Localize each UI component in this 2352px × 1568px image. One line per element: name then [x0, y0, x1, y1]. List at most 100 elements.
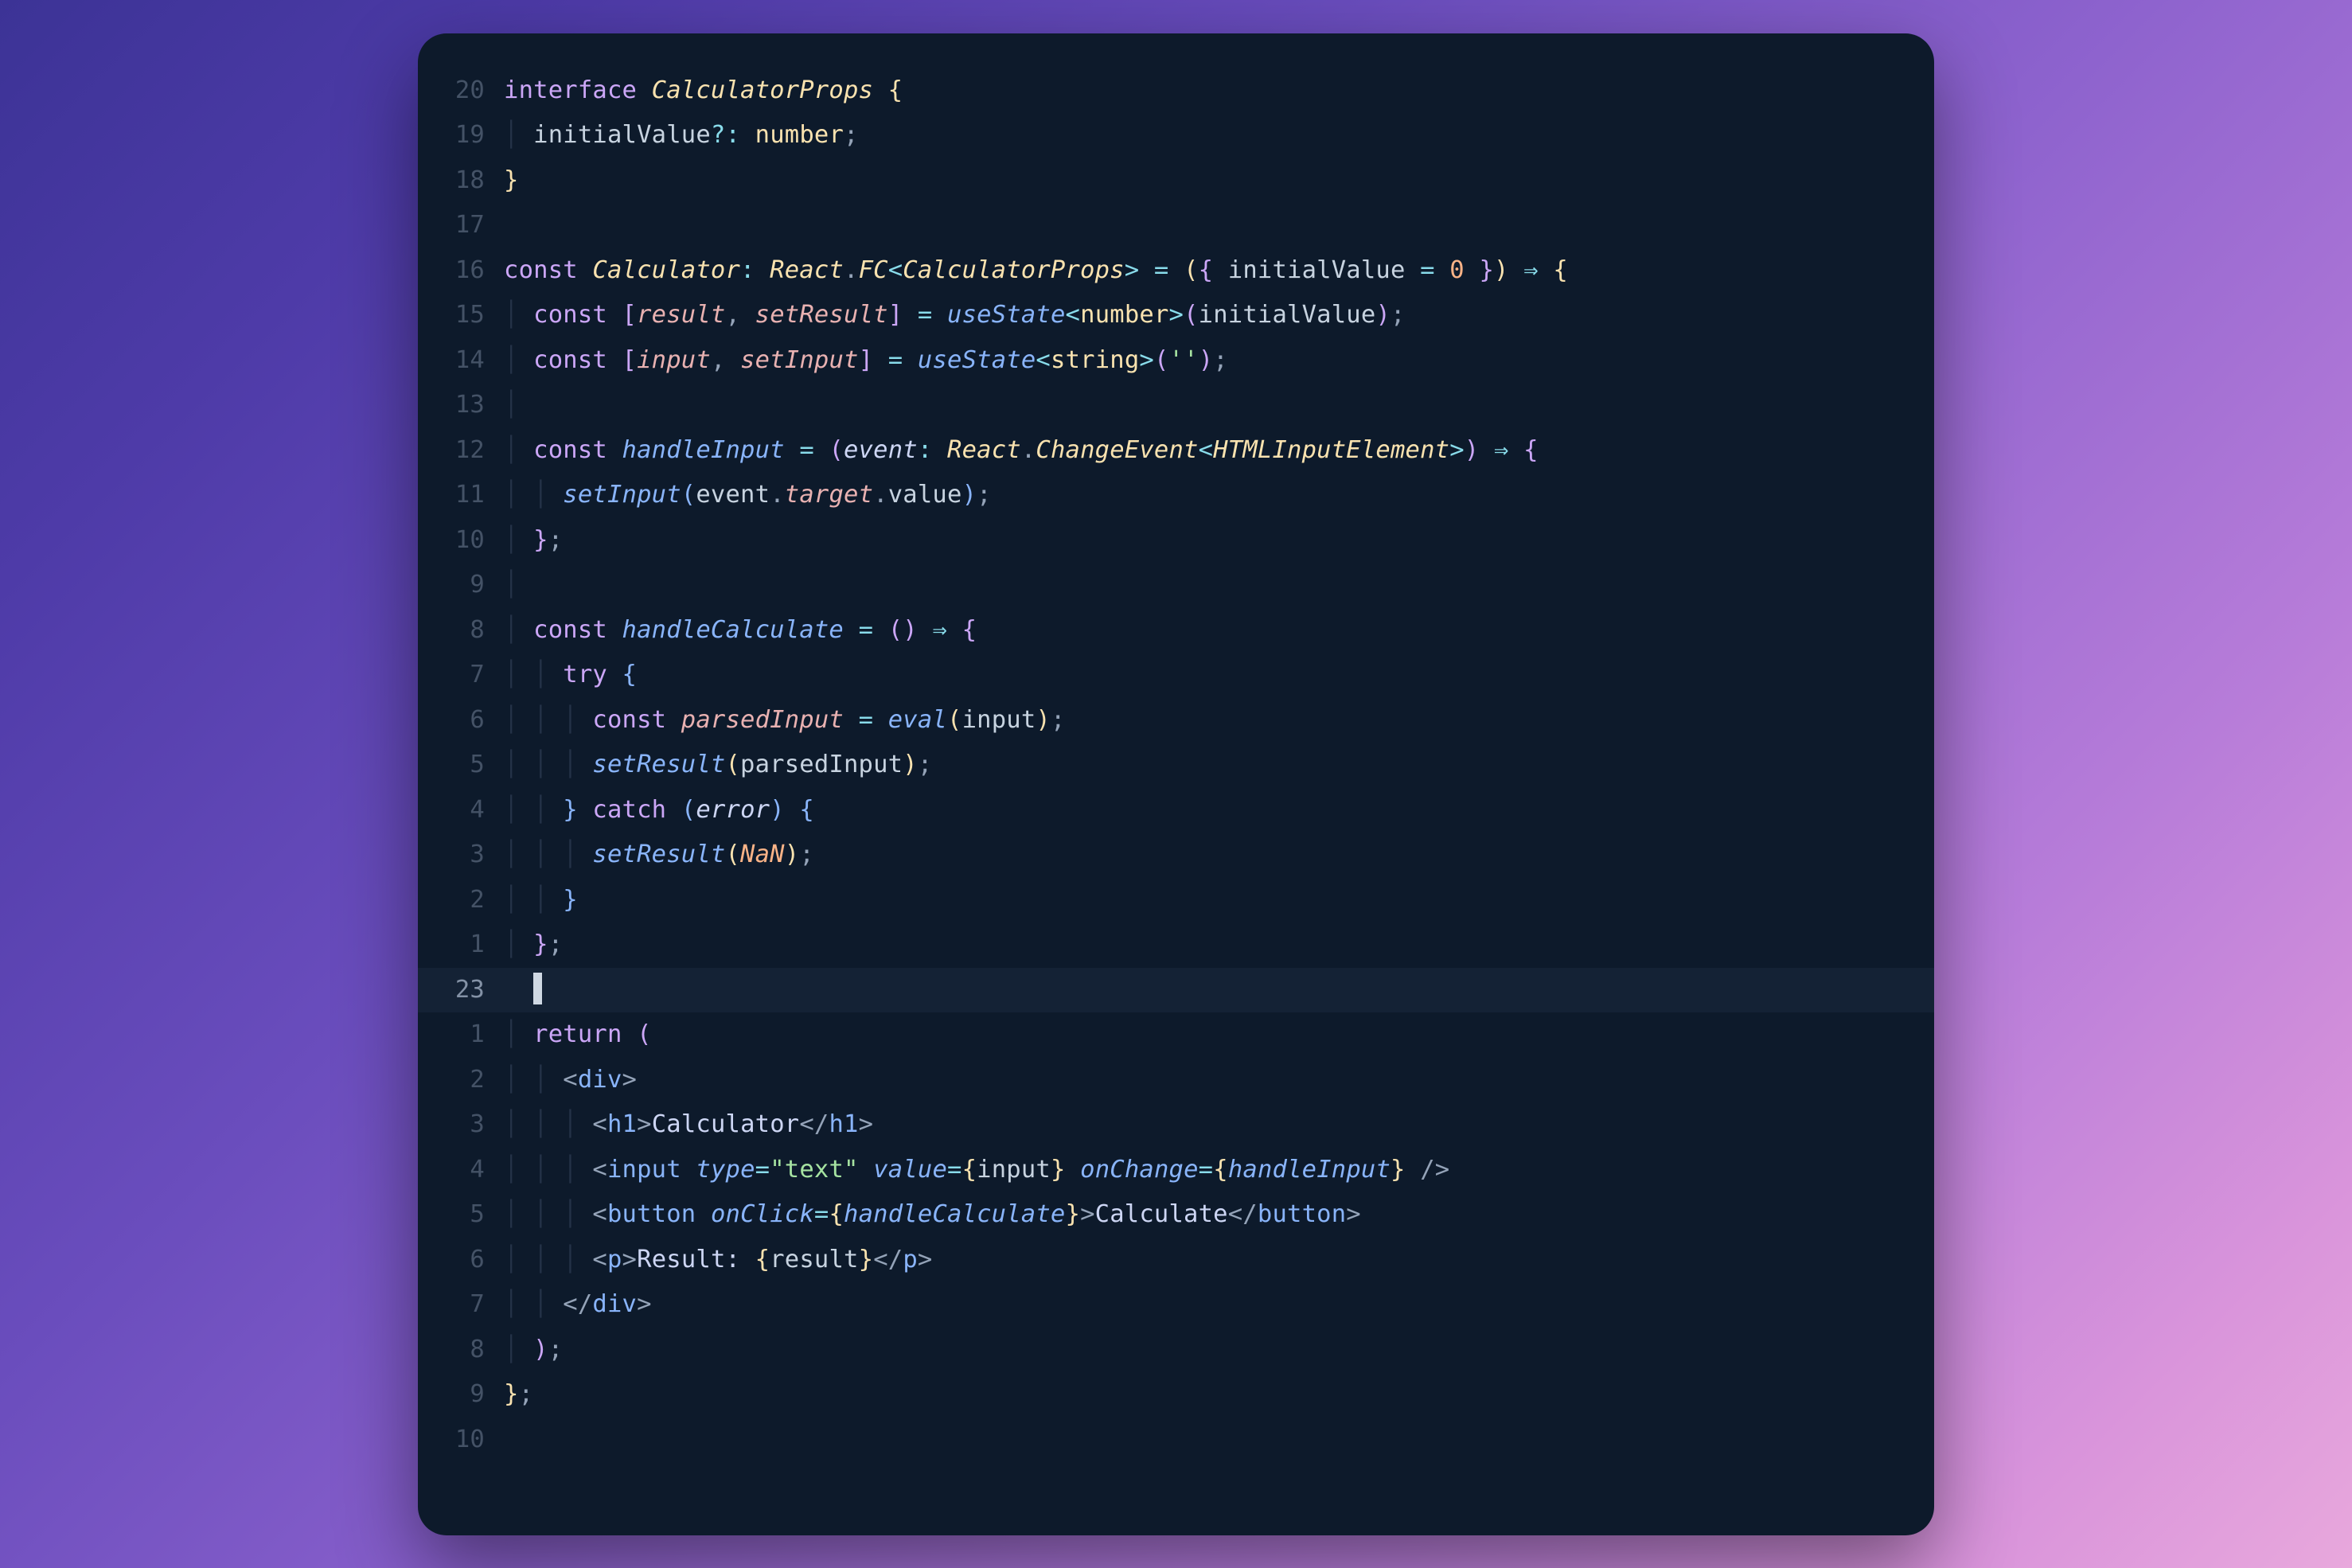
code-line[interactable]: 8│ );: [418, 1328, 1934, 1373]
token: const: [533, 346, 622, 374]
code-line[interactable]: 11│ │ setInput(event.target.value);: [418, 473, 1934, 518]
code-line[interactable]: 1│ return (: [418, 1012, 1934, 1058]
code-line[interactable]: 4│ │ } catch (error) {: [418, 788, 1934, 833]
line-content[interactable]: │ initialValue?: number;: [504, 113, 1934, 158]
line-content[interactable]: │: [504, 563, 1934, 608]
token: [932, 301, 947, 329]
line-content[interactable]: │ │ }: [504, 878, 1934, 923]
token: (: [1184, 256, 1199, 284]
code-line[interactable]: 2│ │ <div>: [418, 1058, 1934, 1103]
code-line[interactable]: 5│ │ │ <button onClick={handleCalculate}…: [418, 1192, 1934, 1238]
line-content[interactable]: │ │ setInput(event.target.value);: [504, 473, 1934, 518]
code-line[interactable]: 19│ initialValue?: number;: [418, 113, 1934, 158]
line-content[interactable]: │ │ │ <button onClick={handleCalculate}>…: [504, 1192, 1934, 1238]
line-content[interactable]: };: [504, 1372, 1934, 1418]
line-content[interactable]: │ │ try {: [504, 653, 1934, 698]
line-content[interactable]: │ │ │ setResult(NaN);: [504, 833, 1934, 878]
line-number: 3: [418, 833, 504, 878]
token: =: [859, 616, 874, 644]
code-line[interactable]: 20interface CalculatorProps {: [418, 68, 1934, 114]
token: [903, 301, 918, 329]
token: :: [725, 121, 755, 149]
code-line[interactable]: 16const Calculator: React.FC<CalculatorP…: [418, 248, 1934, 294]
line-content[interactable]: [504, 968, 1934, 1013]
code-line[interactable]: 9│: [418, 563, 1934, 608]
token: handleInput: [622, 436, 785, 464]
line-content[interactable]: }: [504, 158, 1934, 204]
line-content[interactable]: │ │ </div>: [504, 1282, 1934, 1328]
code-line[interactable]: 9};: [418, 1372, 1934, 1418]
line-content[interactable]: │ const [result, setResult] = useState<n…: [504, 293, 1934, 338]
token: >: [637, 1110, 652, 1138]
line-content[interactable]: │ );: [504, 1328, 1934, 1373]
line-content[interactable]: │ };: [504, 518, 1934, 564]
code-line[interactable]: 10│ };: [418, 518, 1934, 564]
line-number: 16: [418, 248, 504, 294]
indent-guide: │ │: [504, 796, 563, 824]
code-line[interactable]: 12│ const handleInput = (event: React.Ch…: [418, 428, 1934, 474]
token: input: [607, 1156, 681, 1184]
line-content[interactable]: │ │ │ setResult(parsedInput);: [504, 743, 1934, 788]
token: {: [829, 1200, 844, 1228]
line-number: 10: [418, 1418, 504, 1463]
token: input: [962, 706, 1036, 734]
code-line[interactable]: 1│ };: [418, 922, 1934, 968]
token: const: [533, 616, 622, 644]
token: [1509, 256, 1524, 284]
line-content[interactable]: │ const handleCalculate = () ⇒ {: [504, 608, 1934, 653]
token: ): [962, 481, 977, 509]
line-content[interactable]: interface CalculatorProps {: [504, 68, 1934, 114]
line-number: 5: [418, 1192, 504, 1238]
token: React: [770, 256, 844, 284]
token: =: [947, 1156, 962, 1184]
line-content[interactable]: │ };: [504, 922, 1934, 968]
code-line[interactable]: 17: [418, 203, 1934, 248]
token: ChangeEvent: [1036, 436, 1198, 464]
code-line[interactable]: 2│ │ }: [418, 878, 1934, 923]
token: {: [962, 1156, 977, 1184]
token: (: [725, 841, 740, 868]
code-line[interactable]: 7│ │ </div>: [418, 1282, 1934, 1328]
code-line[interactable]: 10: [418, 1418, 1934, 1463]
code-line[interactable]: 5│ │ │ setResult(parsedInput);: [418, 743, 1934, 788]
token: [: [622, 301, 638, 329]
code-line[interactable]: 7│ │ try {: [418, 653, 1934, 698]
code-line[interactable]: 8│ const handleCalculate = () ⇒ {: [418, 608, 1934, 653]
indent-guide: │ │ │: [504, 706, 592, 734]
token: error: [696, 796, 770, 824]
line-content[interactable]: │ │ │ <input type="text" value={input} o…: [504, 1148, 1934, 1193]
line-content[interactable]: const Calculator: React.FC<CalculatorPro…: [504, 248, 1934, 294]
token: [873, 706, 888, 734]
token: ): [903, 751, 918, 778]
line-content[interactable]: │ │ │ const parsedInput = eval(input);: [504, 698, 1934, 743]
code-line[interactable]: 4│ │ │ <input type="text" value={input} …: [418, 1148, 1934, 1193]
token: >: [1125, 256, 1140, 284]
line-content[interactable]: │ │ <div>: [504, 1058, 1934, 1103]
code-line[interactable]: 6│ │ │ <p>Result: {result}</p>: [418, 1238, 1934, 1283]
code-line[interactable]: 3│ │ │ <h1>Calculator</h1>: [418, 1102, 1934, 1148]
code-area[interactable]: 20interface CalculatorProps {19│ initial…: [418, 68, 1934, 1463]
code-line[interactable]: 3│ │ │ setResult(NaN);: [418, 833, 1934, 878]
token: [666, 796, 681, 824]
token: const: [504, 256, 592, 284]
code-line[interactable]: 13│: [418, 383, 1934, 428]
line-content[interactable]: │ const handleInput = (event: React.Chan…: [504, 428, 1934, 474]
line-content[interactable]: │ │ │ <p>Result: {result}</p>: [504, 1238, 1934, 1283]
token: >: [1080, 1200, 1095, 1228]
line-content[interactable]: │ const [input, setInput] = useState<str…: [504, 338, 1934, 384]
code-line[interactable]: 18}: [418, 158, 1934, 204]
line-number: 3: [418, 1102, 504, 1148]
token: {: [622, 661, 638, 688]
code-line[interactable]: 15│ const [result, setResult] = useState…: [418, 293, 1934, 338]
code-line[interactable]: 23: [418, 968, 1934, 1013]
line-content[interactable]: │ return (: [504, 1012, 1934, 1058]
line-content[interactable]: │ │ } catch (error) {: [504, 788, 1934, 833]
token: [607, 661, 622, 688]
code-line[interactable]: 14│ const [input, setInput] = useState<s…: [418, 338, 1934, 384]
code-line[interactable]: 6│ │ │ const parsedInput = eval(input);: [418, 698, 1934, 743]
token: [1539, 256, 1554, 284]
token: [1406, 1156, 1421, 1184]
line-content[interactable]: │ │ │ <h1>Calculator</h1>: [504, 1102, 1934, 1148]
token: handleCalculate: [622, 616, 844, 644]
line-content[interactable]: │: [504, 383, 1934, 428]
